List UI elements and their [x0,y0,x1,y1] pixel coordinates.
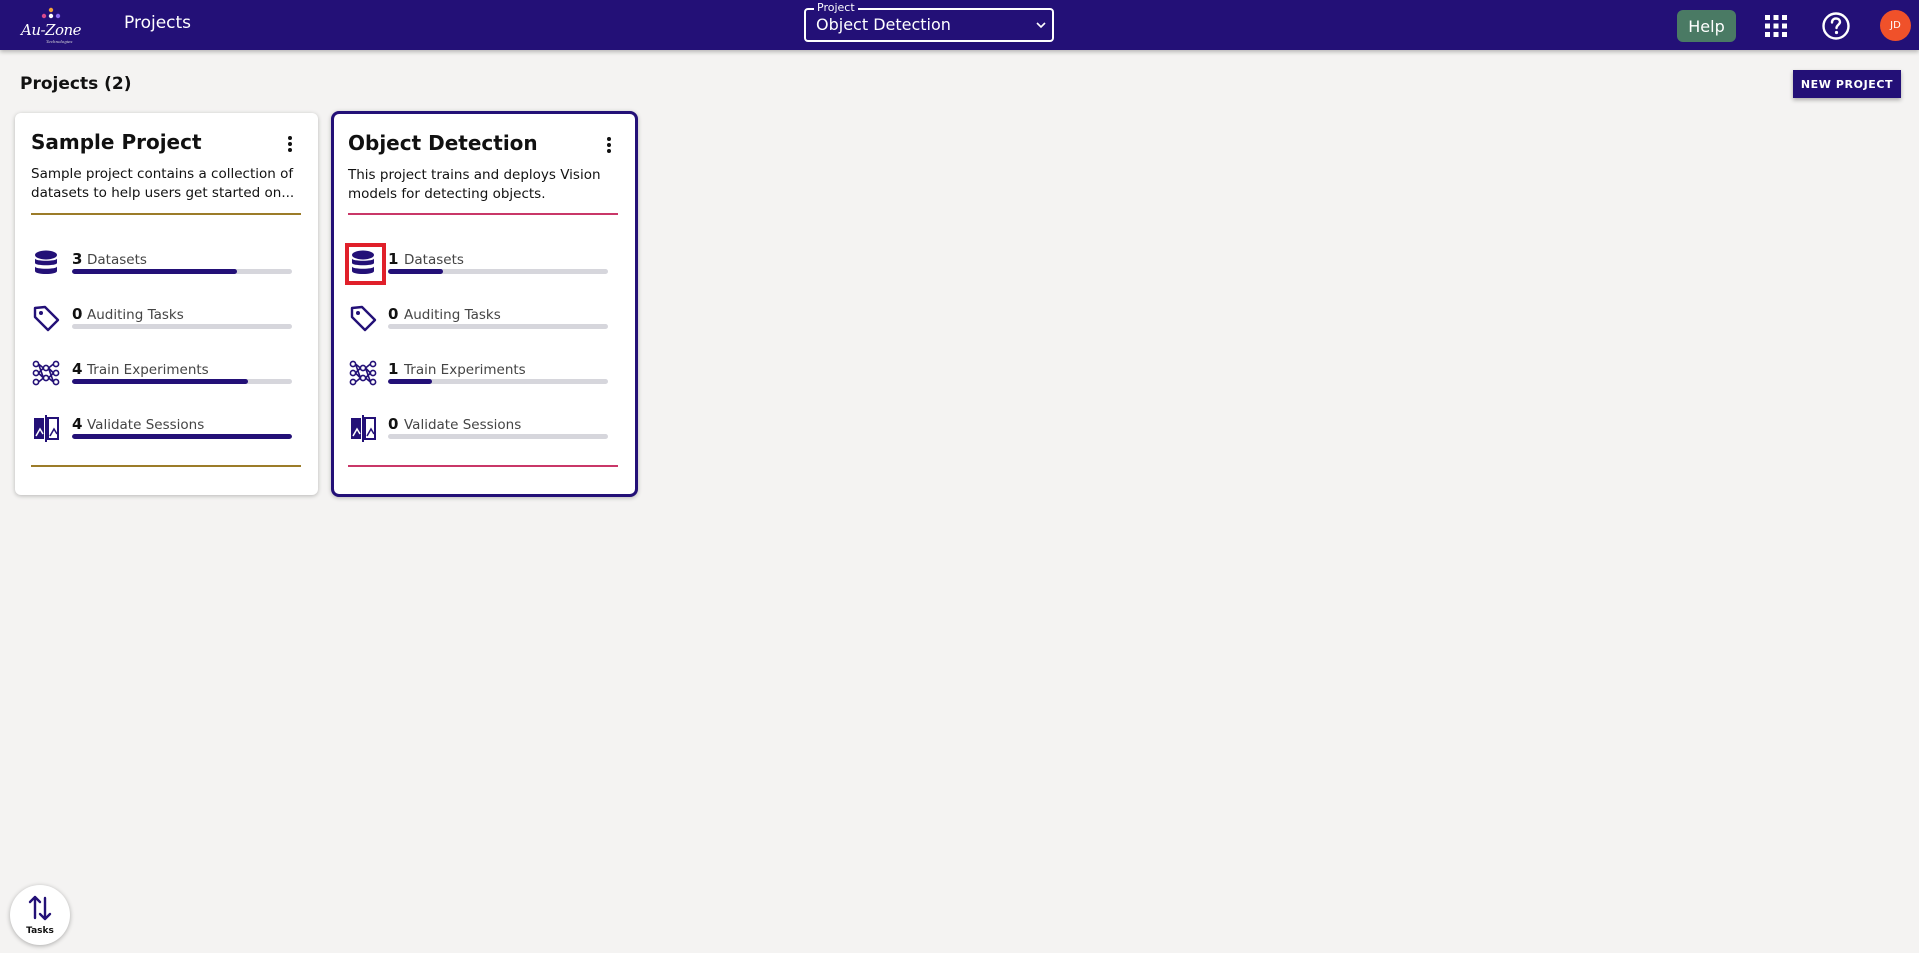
nav-title[interactable]: Projects [124,13,191,33]
stat-progress-track [388,324,608,329]
stat-progress-track [388,269,608,274]
stat-datasets[interactable]: 1 Datasets [345,243,618,285]
new-project-button[interactable]: NEW PROJECT [1793,70,1901,98]
project-card-description: This project trains and deploys Vision m… [348,167,601,202]
chevron-down-icon [1036,22,1046,29]
stat-count: 4 [72,360,83,378]
stat-progress-fill [72,379,248,384]
stat-label: Datasets [404,252,464,268]
stat-count: 4 [72,415,83,433]
stat-progress-track [72,379,292,384]
stat-auditing-tasks[interactable]: 0 Auditing Tasks [31,299,301,339]
project-card-sample-project[interactable]: Sample Project Sample project contains a… [15,113,318,495]
database-icon[interactable] [348,248,378,278]
company-logo[interactable]: Au-Zone Technologies [18,4,82,46]
stat-count: 0 [388,415,399,433]
project-card-title: Object Detection [348,131,538,155]
help-button[interactable]: Help [1677,10,1736,42]
stat-label: Validate Sessions [404,417,522,433]
tag-icon [33,305,60,332]
stat-progress-track [72,434,292,439]
stat-label: Auditing Tasks [404,307,501,323]
stat-progress-fill [388,269,443,274]
more-options-icon[interactable] [287,135,293,153]
card-divider [31,465,301,467]
project-select-value: Object Detection [816,15,951,34]
stat-label: Train Experiments [87,362,209,378]
project-card-object-detection[interactable]: Object Detection This project trains and… [331,111,638,497]
network-icon [349,360,377,386]
card-divider [348,465,618,467]
card-divider [348,213,618,215]
stat-progress-fill [72,269,237,274]
stat-label: Auditing Tasks [87,307,184,323]
more-options-icon[interactable] [606,136,612,154]
stat-train-experiments[interactable]: 1 Train Experiments [348,354,618,394]
logo-text: Au-Zone [21,21,82,39]
page-title: Projects (2) [20,74,132,94]
project-select[interactable]: Project Object Detection [804,1,1054,42]
stat-count: 3 [72,250,83,268]
stat-validate-sessions[interactable]: 0 Validate Sessions [348,409,618,449]
tag-icon [350,305,377,332]
compare-icon [351,415,376,442]
apps-grid-icon[interactable] [1764,14,1788,38]
stat-progress-fill [388,379,432,384]
logo-dots-icon [41,7,61,19]
logo-subtext: Technologies [46,39,73,44]
project-select-legend: Project [814,1,858,15]
tasks-button[interactable]: Tasks [10,885,70,945]
stat-progress-track [72,324,292,329]
stat-count: 1 [388,250,399,268]
stat-label: Train Experiments [404,362,526,378]
compare-icon [34,415,59,442]
tasks-label: Tasks [26,926,54,936]
stat-progress-fill [72,434,292,439]
network-icon [32,360,60,386]
stat-count: 0 [72,305,83,323]
stat-label: Validate Sessions [87,417,205,433]
stat-train-experiments[interactable]: 4 Train Experiments [31,354,301,394]
stat-count: 1 [388,360,399,378]
project-card-description: Sample project contains a collection of … [31,166,295,201]
user-avatar[interactable]: JD [1880,10,1911,41]
stat-label: Datasets [87,252,147,268]
sort-arrows-icon [28,895,52,921]
stat-count: 0 [388,305,399,323]
card-divider [31,213,301,215]
stat-validate-sessions[interactable]: 4 Validate Sessions [31,409,301,449]
stat-progress-track [388,379,608,384]
top-app-bar: Au-Zone Technologies Projects Project Ob… [0,0,1919,50]
stat-datasets[interactable]: 3 Datasets [31,244,301,284]
stat-progress-track [388,434,608,439]
stat-auditing-tasks[interactable]: 0 Auditing Tasks [348,299,618,339]
stat-progress-track [72,269,292,274]
database-icon [35,250,57,274]
project-card-title: Sample Project [31,130,202,154]
help-circle-icon[interactable] [1821,11,1851,41]
